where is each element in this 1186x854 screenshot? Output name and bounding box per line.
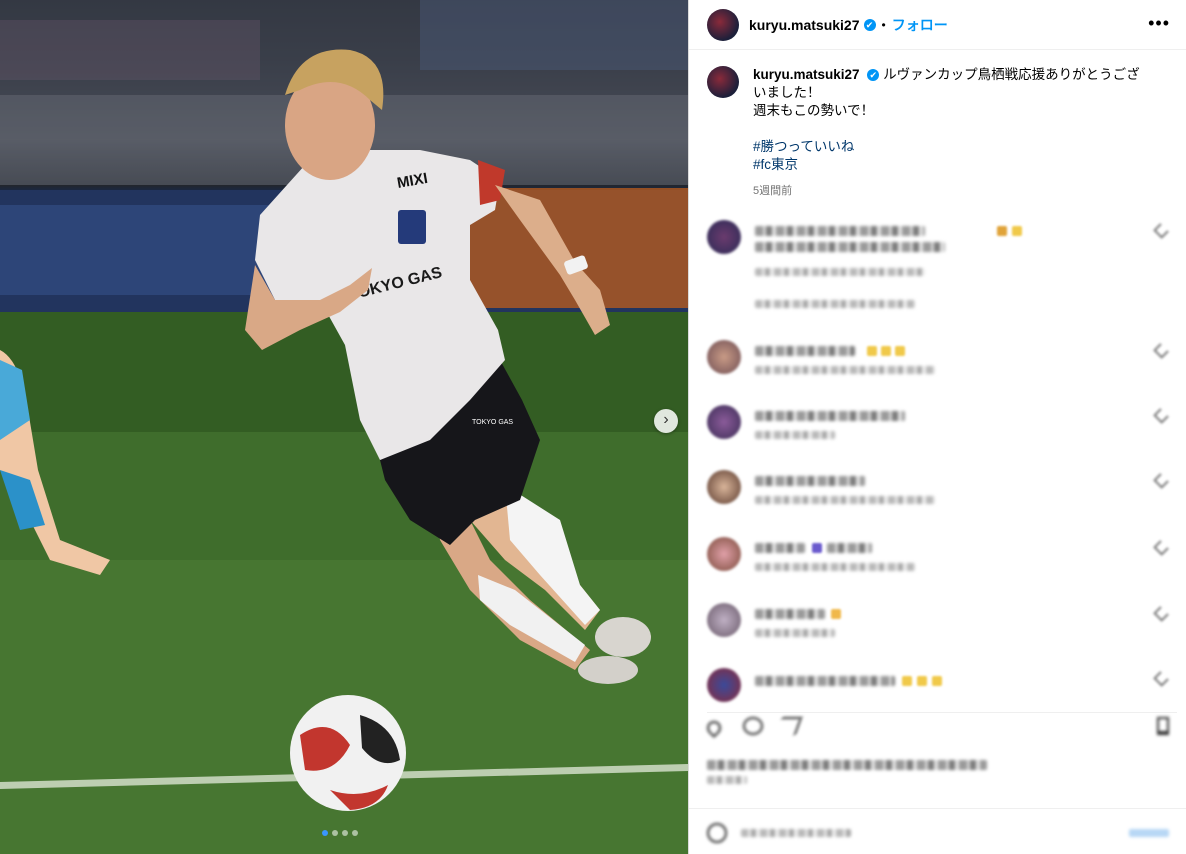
comment-text xyxy=(755,476,865,486)
share-icon[interactable] xyxy=(775,717,803,735)
caption-text-line2: いました！ xyxy=(753,85,821,100)
caption: kuryu.matsuki27 ✔ ルヴァンカップ鳥栖戦応援ありがとうござ いま… xyxy=(689,50,1186,200)
save-icon[interactable] xyxy=(1157,717,1169,735)
heart-icon[interactable] xyxy=(1153,473,1169,489)
separator: • xyxy=(881,17,886,32)
comment-icon[interactable] xyxy=(743,717,763,735)
hashtag-link[interactable]: #fc東京 xyxy=(753,156,1145,174)
follow-button[interactable]: フォロー xyxy=(892,15,948,35)
likes-text xyxy=(707,760,987,770)
carousel-dot xyxy=(342,830,348,836)
avatar[interactable] xyxy=(707,405,741,439)
post-date xyxy=(707,776,747,784)
post-header: kuryu.matsuki27 ✔ • フォロー ••• xyxy=(689,0,1186,50)
comment-text xyxy=(755,609,825,619)
add-comment-bar xyxy=(689,808,1186,854)
post-sidebar: kuryu.matsuki27 ✔ • フォロー ••• kuryu.matsu… xyxy=(688,0,1186,854)
emoji-icon[interactable] xyxy=(707,823,727,843)
avatar[interactable] xyxy=(707,470,741,504)
avatar[interactable] xyxy=(707,8,739,41)
comment-text xyxy=(755,411,905,421)
player-photo: MIXI TOKYO GAS TOKYO GAS xyxy=(0,0,688,854)
post-media[interactable]: MIXI TOKYO GAS TOKYO GAS › xyxy=(0,0,688,854)
username-link[interactable]: kuryu.matsuki27 xyxy=(749,17,860,33)
heart-icon[interactable] xyxy=(1153,606,1169,622)
likes-summary[interactable] xyxy=(707,756,1007,786)
hashtag-link[interactable]: #勝つっていいね xyxy=(753,138,1145,156)
heart-icon[interactable] xyxy=(1153,671,1169,687)
caption-text-line3: 週末もこの勢いで！ xyxy=(753,103,875,118)
chevron-right-icon: › xyxy=(663,411,669,428)
emoji-icon xyxy=(932,676,942,686)
comment-meta xyxy=(755,629,835,637)
caption-text-line1: ルヴァンカップ鳥栖戦応援ありがとうござ xyxy=(883,67,1140,82)
carousel-dot xyxy=(352,830,358,836)
view-replies-link[interactable] xyxy=(755,300,915,308)
emoji-icon xyxy=(902,676,912,686)
comment-text xyxy=(827,543,872,553)
post-comment-button[interactable] xyxy=(1129,829,1169,837)
carousel-dot xyxy=(332,830,338,836)
comment-meta xyxy=(755,431,835,439)
avatar[interactable] xyxy=(707,537,741,571)
comment-item xyxy=(707,603,1177,647)
emoji-icon xyxy=(1012,226,1022,236)
heart-icon[interactable] xyxy=(1153,343,1169,359)
comment-item xyxy=(707,220,1177,320)
heart-icon[interactable] xyxy=(1153,223,1169,239)
comment-text xyxy=(755,676,895,686)
emoji-icon xyxy=(917,676,927,686)
avatar[interactable] xyxy=(707,66,739,98)
avatar[interactable] xyxy=(707,340,741,374)
avatar[interactable] xyxy=(707,668,741,702)
avatar[interactable] xyxy=(707,220,741,254)
caption-username[interactable]: kuryu.matsuki27 xyxy=(753,67,860,82)
post-timestamp[interactable]: 5週間前 xyxy=(753,182,1145,200)
verified-badge-icon: ✔ xyxy=(867,69,880,82)
comment-text xyxy=(755,226,925,236)
add-comment-input[interactable] xyxy=(741,829,851,837)
comment-item xyxy=(707,340,1177,384)
carousel-next-button[interactable]: › xyxy=(654,409,678,433)
emoji-icon xyxy=(881,346,891,356)
heart-icon[interactable] xyxy=(1153,540,1169,556)
emoji-icon xyxy=(812,543,822,553)
comment-meta xyxy=(755,268,925,276)
emoji-icon xyxy=(831,609,841,619)
carousel-indicator xyxy=(322,830,358,836)
action-bar xyxy=(704,712,1177,740)
comment-meta xyxy=(755,496,935,504)
comment-text xyxy=(755,346,855,356)
comment-item xyxy=(707,405,1177,449)
shorts-logo-text: TOKYO GAS xyxy=(472,419,513,426)
comment-item xyxy=(707,470,1177,514)
carousel-dot xyxy=(322,830,328,836)
emoji-icon xyxy=(895,346,905,356)
comment-meta xyxy=(755,563,915,571)
comment-meta xyxy=(755,366,935,374)
heart-icon[interactable] xyxy=(704,718,724,738)
emoji-icon xyxy=(997,226,1007,236)
verified-badge-icon: ✔ xyxy=(863,18,876,31)
comment-text xyxy=(755,543,805,553)
heart-icon[interactable] xyxy=(1153,408,1169,424)
more-options-icon[interactable]: ••• xyxy=(1148,14,1170,32)
emoji-icon xyxy=(867,346,877,356)
comment-item xyxy=(707,537,1177,581)
comment-text xyxy=(755,242,945,252)
comment-item xyxy=(707,668,1177,702)
avatar[interactable] xyxy=(707,603,741,637)
